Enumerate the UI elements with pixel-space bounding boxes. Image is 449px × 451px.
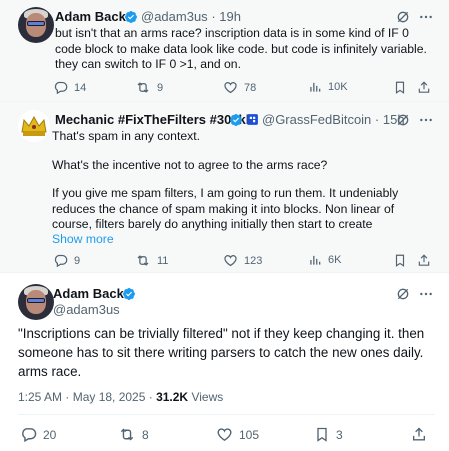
bookmark-icon — [317, 427, 327, 442]
timestamp[interactable]: 19h — [219, 9, 241, 24]
reply-button[interactable]: 20 — [20, 426, 56, 443]
views-count: 31.2K — [156, 390, 189, 404]
more-icon[interactable] — [418, 9, 434, 25]
repost-count: 11 — [157, 254, 169, 267]
views-icon — [310, 82, 321, 92]
more-icon[interactable] — [418, 286, 434, 302]
more-icon[interactable] — [418, 112, 434, 128]
author-handle[interactable]: @adam3us — [141, 9, 208, 24]
author-name[interactable]: Adam Back — [53, 286, 124, 301]
reply-count: 9 — [74, 254, 81, 267]
verified-badge-icon — [123, 288, 135, 300]
repost-icon — [120, 428, 134, 441]
show-more-link[interactable]: Show more — [52, 232, 114, 246]
views-label: Views — [188, 390, 224, 404]
reply-count: 14 — [74, 81, 87, 94]
tweet-text: "Inscriptions can be trivially filtered"… — [18, 326, 425, 379]
timestamp[interactable]: 1:25 AM · May 18, 2025 · — [18, 390, 156, 404]
grok-icon[interactable] — [395, 9, 411, 25]
repost-count: 9 — [157, 81, 164, 94]
verified-badge-icon — [230, 114, 242, 126]
author-handle[interactable]: @adam3us — [53, 302, 120, 317]
views-count: 10K — [328, 81, 348, 93]
views-button[interactable]: 10K — [308, 80, 348, 94]
author-name[interactable]: Mechanic #FixTheFilters #300kb — [55, 112, 254, 127]
avatar-mechanic[interactable] — [18, 110, 50, 142]
reply-icon — [22, 428, 37, 443]
avatar-adam-back[interactable] — [18, 284, 54, 320]
repost-icon — [137, 255, 149, 266]
separator: · — [211, 9, 216, 24]
grok-icon[interactable] — [395, 286, 411, 302]
tweet-2[interactable]: Mechanic #FixTheFilters #300kb @GrassFed… — [0, 101, 449, 272]
bookmark-icon[interactable] — [393, 253, 407, 268]
reply-icon — [54, 81, 68, 95]
repost-button[interactable]: 11 — [135, 253, 168, 268]
author-handle[interactable]: @GrassFedBitcoin — [262, 112, 371, 127]
reply-button[interactable]: 14 — [53, 80, 86, 95]
repost-button[interactable]: 8 — [118, 426, 149, 443]
tweet-meta: 1:25 AM · May 18, 2025 · 31.2K Views — [18, 390, 223, 404]
crown-icon — [21, 115, 47, 136]
affiliate-badge-icon — [247, 114, 258, 125]
author-name[interactable]: Adam Back — [55, 9, 126, 24]
repost-button[interactable]: 9 — [135, 80, 163, 95]
like-button[interactable]: 123 — [223, 253, 262, 268]
like-button[interactable]: 78 — [223, 80, 256, 95]
like-icon — [224, 82, 237, 94]
share-icon[interactable] — [417, 80, 431, 95]
verified-badge-icon — [125, 11, 137, 23]
views-button[interactable]: 6K — [308, 253, 341, 267]
grok-icon[interactable] — [395, 112, 411, 128]
views-count: 6K — [328, 254, 342, 266]
bookmark-icon[interactable] — [393, 80, 407, 95]
like-count: 123 — [244, 254, 263, 267]
reply-button[interactable]: 9 — [53, 253, 80, 268]
tweet-3-focused: Adam Back @adam3us "Inscriptions can be … — [0, 272, 449, 451]
repost-icon — [137, 82, 149, 93]
tweet-text-paragraph-2: What's the incentive not to agree to the… — [52, 158, 328, 172]
separator: · — [374, 112, 380, 127]
share-icon[interactable] — [411, 426, 427, 443]
share-icon[interactable] — [417, 253, 431, 268]
avatar-adam-back[interactable] — [18, 7, 54, 43]
reply-icon — [54, 254, 68, 268]
tweet-text-paragraph-3: If you give me spam filters, I am going … — [52, 186, 399, 231]
tweet-text: but isn't that an arms race? inscription… — [55, 26, 427, 71]
bookmark-count: 3 — [336, 427, 343, 442]
like-button[interactable]: 105 — [216, 426, 259, 443]
like-count: 78 — [244, 81, 257, 94]
bookmark-button[interactable]: 3 — [314, 426, 343, 443]
like-icon — [224, 255, 237, 267]
reply-count: 20 — [43, 427, 57, 442]
like-count: 105 — [239, 427, 260, 442]
tweet-text-paragraph-1: That's spam in any context. — [52, 129, 200, 143]
repost-count: 8 — [142, 427, 149, 442]
tweet-1[interactable]: Adam Back @adam3us · 19h but isn't that … — [0, 0, 449, 101]
divider — [18, 414, 435, 415]
views-icon — [310, 255, 321, 265]
like-icon — [217, 428, 232, 442]
